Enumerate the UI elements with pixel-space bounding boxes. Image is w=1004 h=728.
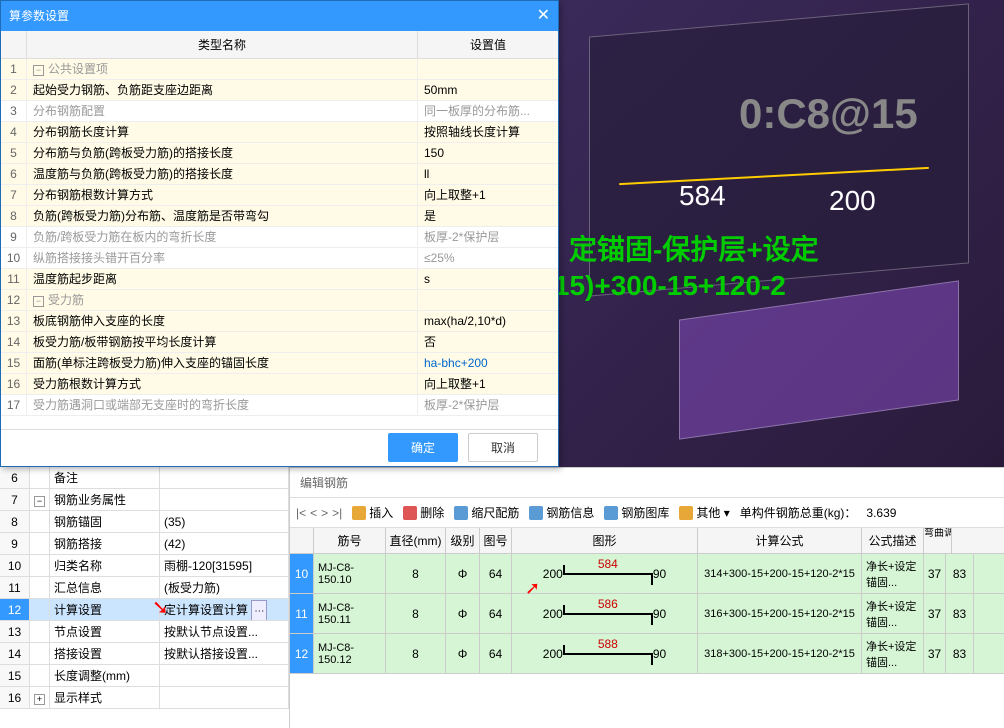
param-row[interactable]: 9负筋/跨板受力筋在板内的弯折长度板厚-2*保护层 bbox=[1, 227, 558, 248]
param-row[interactable]: 4分布钢筋长度计算按照轴线长度计算 bbox=[1, 122, 558, 143]
property-row[interactable]: 16+显示样式 bbox=[0, 687, 289, 709]
property-row[interactable]: 11汇总信息(板受力筋) bbox=[0, 577, 289, 599]
dialog-column-header: 类型名称 设置值 bbox=[1, 31, 558, 59]
more-icon[interactable]: ⋯ bbox=[251, 600, 267, 620]
header-type: 类型名称 bbox=[27, 31, 418, 58]
close-icon[interactable]: ✕ bbox=[537, 1, 550, 31]
property-row[interactable]: 9钢筋搭接(42) bbox=[0, 533, 289, 555]
vp-text-gray: 0:C8@15 bbox=[739, 90, 918, 138]
property-table: 6备注7−钢筋业务属性8钢筋锚固(35)9钢筋搭接(42)10归类名称雨棚-12… bbox=[0, 467, 290, 728]
param-row[interactable]: 1−公共设置项 bbox=[1, 59, 558, 80]
total-value: 3.639 bbox=[866, 506, 896, 520]
param-row[interactable]: 6温度筋与负筋(跨板受力筋)的搭接长度ll bbox=[1, 164, 558, 185]
vp-text-green1: 定锚固-保护层+设定 bbox=[569, 228, 819, 268]
dialog-title-text: 算参数设置 bbox=[9, 1, 69, 31]
param-row[interactable]: 13板底钢筋伸入支座的长度max(ha/2,10*d) bbox=[1, 311, 558, 332]
vp-label-200: 200 bbox=[829, 185, 876, 217]
3d-viewport[interactable]: 0:C8@15 584 200 定锚固-保护层+设定 0-15)+300-15+… bbox=[559, 0, 1004, 467]
edit-toolbar: |< < > >| 插入 删除 缩尺配筋 钢筋信息 钢筋图库 其他 ▾ 单构件钢… bbox=[290, 498, 1004, 528]
info-button[interactable]: 钢筋信息 bbox=[529, 504, 594, 521]
property-row[interactable]: 12计算设置定计算设置计算 ⋯ bbox=[0, 599, 289, 621]
property-row[interactable]: 6备注 bbox=[0, 467, 289, 489]
param-dialog: 算参数设置 ✕ 类型名称 设置值 1−公共设置项2起始受力钢筋、负筋距支座边距离… bbox=[0, 0, 559, 467]
param-row[interactable]: 7分布钢筋根数计算方式向上取整+1 bbox=[1, 185, 558, 206]
param-row[interactable]: 14板受力筋/板带钢筋按平均长度计算否 bbox=[1, 332, 558, 353]
nav-prev[interactable]: < bbox=[310, 506, 317, 520]
vp-text-green2: 0-15)+300-15+120-2 bbox=[559, 270, 786, 302]
edit-rebar-panel: 编辑钢筋 |< < > >| 插入 删除 缩尺配筋 钢筋信息 钢筋图库 其他 ▾… bbox=[290, 467, 1004, 728]
edit-header: 筋号 直径(mm) 级别 图号 图形 计算公式 公式描述 弯曲调整 bbox=[290, 528, 1004, 554]
cancel-button[interactable]: 取消 bbox=[468, 433, 538, 462]
other-button[interactable]: 其他 ▾ bbox=[679, 504, 729, 521]
delete-button[interactable]: 删除 bbox=[403, 504, 444, 521]
param-row[interactable]: 2起始受力钢筋、负筋距支座边距离50mm bbox=[1, 80, 558, 101]
dialog-body: 1−公共设置项2起始受力钢筋、负筋距支座边距离50mm3分布钢筋配置同一板厚的分… bbox=[1, 59, 558, 429]
param-row[interactable]: 16受力筋根数计算方式向上取整+1 bbox=[1, 374, 558, 395]
property-row[interactable]: 15长度调整(mm) bbox=[0, 665, 289, 687]
property-row[interactable]: 14搭接设置按默认搭接设置... bbox=[0, 643, 289, 665]
lib-button[interactable]: 钢筋图库 bbox=[604, 504, 669, 521]
rebar-row[interactable]: 12MJ-C8-150.128Φ6420058890318+300-15+200… bbox=[290, 634, 1004, 674]
header-value: 设置值 bbox=[418, 31, 558, 58]
rebar-row[interactable]: 10MJ-C8-150.108Φ6420058490314+300-15+200… bbox=[290, 554, 1004, 594]
nav-next[interactable]: > bbox=[321, 506, 328, 520]
property-row[interactable]: 7−钢筋业务属性 bbox=[0, 489, 289, 511]
edit-title: 编辑钢筋 bbox=[290, 468, 1004, 498]
edit-body: 10MJ-C8-150.108Φ6420058490314+300-15+200… bbox=[290, 554, 1004, 674]
ok-button[interactable]: 确定 bbox=[388, 433, 458, 462]
nav-last[interactable]: >| bbox=[332, 506, 342, 520]
scale-button[interactable]: 缩尺配筋 bbox=[454, 504, 519, 521]
rebar-row[interactable]: 11MJ-C8-150.118Φ6420058690316+300-15+200… bbox=[290, 594, 1004, 634]
param-row[interactable]: 11温度筋起步距离s bbox=[1, 269, 558, 290]
param-row[interactable]: 12−受力筋 bbox=[1, 290, 558, 311]
param-row[interactable]: 10纵筋搭接接头错开百分率≤25% bbox=[1, 248, 558, 269]
param-row[interactable]: 3分布钢筋配置同一板厚的分布筋... bbox=[1, 101, 558, 122]
insert-button[interactable]: 插入 bbox=[352, 504, 393, 521]
param-row[interactable]: 8负筋(跨板受力筋)分布筋、温度筋是否带弯勾是 bbox=[1, 206, 558, 227]
total-label: 单构件钢筋总重(kg)： bbox=[740, 504, 857, 521]
dialog-titlebar: 算参数设置 ✕ bbox=[1, 1, 558, 31]
param-row[interactable]: 17受力筋遇洞口或端部无支座时的弯折长度板厚-2*保护层 bbox=[1, 395, 558, 416]
param-row[interactable]: 15面筋(单标注跨板受力筋)伸入支座的锚固长度ha-bhc+200 bbox=[1, 353, 558, 374]
property-row[interactable]: 13节点设置按默认节点设置... bbox=[0, 621, 289, 643]
property-row[interactable]: 10归类名称雨棚-120[31595] bbox=[0, 555, 289, 577]
vp-label-584: 584 bbox=[679, 180, 726, 212]
nav-buttons: |< < > >| bbox=[296, 506, 342, 520]
param-row[interactable]: 5分布筋与负筋(跨板受力筋)的搭接长度150 bbox=[1, 143, 558, 164]
nav-first[interactable]: |< bbox=[296, 506, 306, 520]
property-row[interactable]: 8钢筋锚固(35) bbox=[0, 511, 289, 533]
